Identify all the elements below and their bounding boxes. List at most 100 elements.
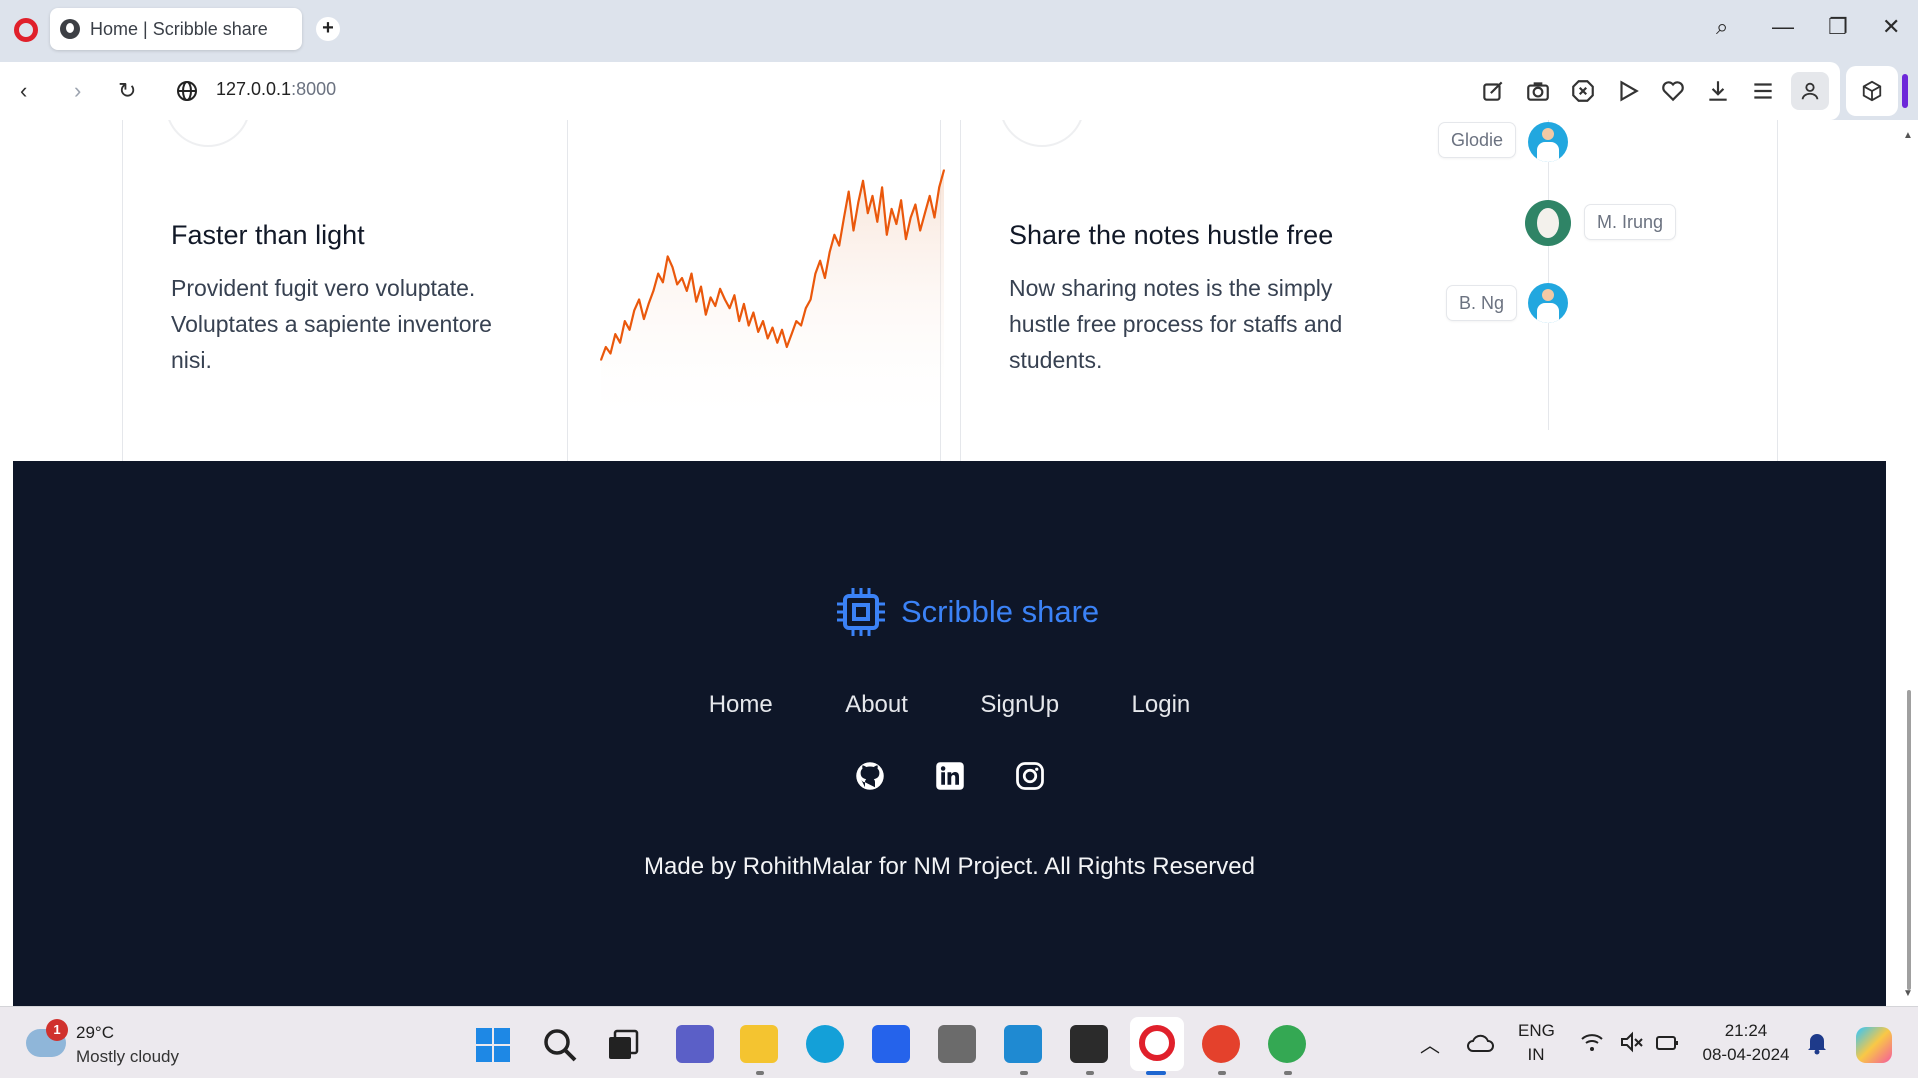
chart-data-point (705, 313, 707, 316)
store-icon[interactable] (872, 1025, 910, 1063)
chart-data-point (838, 244, 840, 247)
chip-logo-icon (837, 588, 885, 636)
back-button[interactable]: ‹ (20, 78, 27, 104)
address-bar-inner: ‹ › ↻ 127.0.0.1:8000 (0, 62, 1840, 120)
search-icon[interactable] (542, 1027, 578, 1063)
decorative-circle (165, 120, 251, 147)
restore-button[interactable]: ❐ (1828, 14, 1848, 40)
site-footer: Scribble share Home About SignUp Login M… (13, 461, 1886, 1006)
edit-icon[interactable] (1480, 78, 1506, 104)
terminal-icon[interactable] (1070, 1025, 1108, 1063)
menu-icon[interactable] (1750, 78, 1776, 104)
new-tab-button[interactable]: + (316, 17, 340, 41)
sidebar-indicator[interactable] (1902, 74, 1908, 108)
opera-taskbar-button[interactable] (1130, 1017, 1184, 1071)
chart-data-point (733, 294, 736, 296)
heart-icon[interactable] (1660, 78, 1686, 104)
camera-icon[interactable] (1525, 78, 1551, 104)
edge-icon[interactable] (806, 1025, 844, 1063)
tab-search-icon[interactable]: ⌕ (1716, 14, 1728, 40)
adblock-icon[interactable] (1570, 78, 1596, 104)
reload-button[interactable]: ↻ (118, 78, 136, 104)
tab-home[interactable]: Home | Scribble share (50, 8, 302, 50)
vscode-icon[interactable] (1004, 1025, 1042, 1063)
brand-name: Scribble share (901, 594, 1100, 629)
linkedin-icon[interactable] (935, 761, 965, 791)
chart-data-point (862, 180, 864, 182)
tab-title: Home | Scribble share (90, 18, 268, 39)
chart-data-point (876, 221, 879, 223)
extensions-button[interactable] (1846, 66, 1898, 116)
chart-data-point (900, 199, 902, 201)
address-bar: ‹ › ↻ 127.0.0.1:8000 (0, 62, 1918, 120)
volume-muted-icon[interactable] (1620, 1031, 1644, 1053)
task-view-icon[interactable] (607, 1029, 639, 1061)
scroll-down-arrow-icon[interactable]: ▼ (1903, 988, 1913, 999)
page-viewport: Faster than light Provident fugit vero v… (0, 120, 1918, 1006)
footer-link-home[interactable]: Home (709, 691, 773, 719)
chart-data-point (857, 201, 860, 204)
show-hidden-icons-chevron-icon[interactable]: ︿ (1420, 1029, 1440, 1058)
speed-line-chart (600, 169, 945, 430)
clock-time[interactable]: 21:24 (1698, 1021, 1794, 1041)
person-avatar (1528, 283, 1568, 323)
close-window-button[interactable]: ✕ (1882, 14, 1900, 40)
chart-data-point (600, 359, 602, 361)
chart-data-point (905, 238, 907, 240)
onedrive-cloud-icon[interactable] (1466, 1033, 1494, 1053)
chart-data-point (757, 331, 759, 333)
footer-link-signup[interactable]: SignUp (980, 691, 1059, 719)
weather-description[interactable]: Mostly cloudy (76, 1047, 179, 1067)
chart-data-point (843, 216, 845, 219)
browser-tab-bar: Home | Scribble share + ⌕ — ❐ ✕ (0, 0, 1918, 62)
chart-data-point (928, 195, 931, 197)
chart-data-point (652, 290, 655, 292)
footer-link-login[interactable]: Login (1132, 691, 1191, 719)
footer-brand[interactable]: Scribble share (835, 586, 1099, 638)
chart-data-point (786, 346, 788, 348)
wifi-icon[interactable] (1580, 1031, 1604, 1053)
chart-data-point (686, 290, 688, 292)
windows-start-icon[interactable] (475, 1027, 511, 1063)
region-indicator[interactable]: IN (1518, 1045, 1554, 1065)
chart-data-point (624, 320, 626, 322)
chart-data-point (747, 324, 750, 327)
chart-data-point (867, 212, 869, 214)
chart-data-point (647, 303, 650, 305)
chart-data-point (771, 326, 774, 329)
play-icon[interactable] (1615, 78, 1641, 104)
wps-office-icon[interactable] (1202, 1025, 1240, 1063)
minimize-button[interactable]: — (1772, 14, 1794, 40)
clock-date[interactable]: 08-04-2024 (1698, 1045, 1794, 1065)
chrome-icon[interactable] (1268, 1025, 1306, 1063)
chart-data-point (909, 216, 912, 219)
chart-data-point (924, 212, 926, 214)
download-icon[interactable] (1705, 78, 1731, 104)
file-explorer-icon[interactable] (740, 1025, 778, 1063)
weather-temperature[interactable]: 29°C (76, 1023, 114, 1043)
chart-data-point (781, 329, 783, 331)
site-info-globe-icon[interactable] (176, 80, 198, 102)
scroll-up-arrow-icon[interactable]: ▲ (1903, 130, 1913, 141)
notification-bell-icon[interactable] (1806, 1031, 1828, 1055)
scroll-thumb[interactable] (1907, 690, 1911, 990)
app-running-indicator (1284, 1071, 1292, 1075)
forward-button[interactable]: › (74, 78, 81, 104)
profile-button[interactable] (1791, 72, 1829, 110)
chart-data-point (914, 203, 917, 206)
feature-description: Provident fugit vero voluptate. Voluptat… (171, 275, 492, 373)
chart-data-point (619, 341, 621, 344)
teams-icon[interactable] (676, 1025, 714, 1063)
chart-data-point (819, 259, 821, 262)
page-scrollbar[interactable]: ▲ ▼ (1900, 120, 1918, 1006)
opera-logo-icon[interactable] (14, 18, 38, 42)
battery-charging-icon[interactable] (1654, 1031, 1680, 1053)
language-indicator[interactable]: ENG (1518, 1021, 1555, 1041)
footer-link-about[interactable]: About (845, 691, 908, 719)
chart-data-point (762, 320, 764, 322)
github-icon[interactable] (855, 761, 885, 791)
url-field[interactable]: 127.0.0.1:8000 (216, 79, 336, 100)
copilot-icon[interactable] (1856, 1027, 1892, 1063)
app-window-icon[interactable] (938, 1025, 976, 1063)
instagram-icon[interactable] (1015, 761, 1045, 791)
